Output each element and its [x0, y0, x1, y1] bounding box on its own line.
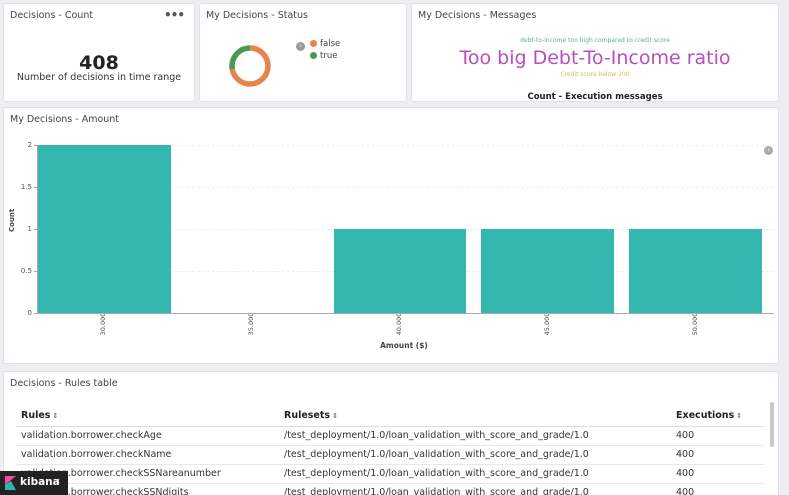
panel-title: Decisions - Count — [10, 10, 94, 21]
decision-count-value: 408 — [79, 52, 119, 74]
amount-panel: My Decisions - Amount ‹ Count Amount ($)… — [3, 107, 779, 364]
sort-icon[interactable]: ⇕ — [332, 412, 338, 420]
rule-cell: validation.borrower.checkName — [16, 445, 279, 465]
app-name: kibana — [20, 476, 60, 488]
x-axis-title: Amount ($) — [380, 341, 428, 350]
column-header-rulesets[interactable]: Rulesets ⇕ — [279, 406, 671, 427]
legend-dot — [310, 40, 317, 47]
x-tick-label: 50,000 — [690, 312, 699, 336]
x-tick-label: 35,000 — [247, 312, 256, 336]
messages-panel: My Decisions - Messages debt-to-income t… — [411, 3, 779, 102]
tag-cloud-word[interactable]: debt-to-income too high compared to cred… — [412, 37, 778, 44]
y-tick-label: 1 — [27, 225, 32, 233]
tag-cloud-title: Count - Execution messages — [527, 92, 663, 102]
executions-cell: 400 — [671, 445, 764, 465]
column-header-rules[interactable]: Rules ⇕ — [16, 406, 279, 427]
decision-count-subtitle: Number of decisions in time range — [16, 72, 182, 83]
table-row[interactable]: validation.borrower.checkSSNareanumber /… — [16, 464, 764, 484]
y-tick-label: 0 — [27, 309, 32, 317]
panel-title: My Decisions - Status — [206, 10, 308, 21]
executions-cell: 400 — [671, 464, 764, 484]
legend-item-false[interactable]: false — [310, 39, 340, 49]
tag-cloud-word[interactable]: Credit score below 200 — [412, 71, 778, 78]
legend-toggle-icon[interactable]: › — [296, 42, 305, 51]
bar[interactable] — [38, 145, 171, 313]
count-panel: Decisions - Count ••• 408 Number of deci… — [3, 3, 195, 102]
ruleset-cell: /test_deployment/1.0/loan_validation_wit… — [279, 464, 671, 484]
y-axis-title: Count — [8, 208, 16, 232]
legend-dot — [310, 52, 317, 59]
rules-table-panel: Decisions - Rules table Rules ⇕ Rulesets ⇕… — [3, 371, 779, 495]
tag-cloud-word[interactable]: Too big Debt-To-Income ratio — [412, 47, 778, 69]
rules-table: Rules ⇕ Rulesets ⇕ Executions ⇕ validation.… — [16, 406, 764, 495]
legend-item-true[interactable]: true — [310, 51, 337, 61]
x-tick-label: 30,000 — [99, 312, 108, 336]
chevron-left-icon: ‹ — [56, 475, 61, 487]
panel-title: Decisions - Rules table — [10, 378, 118, 389]
ruleset-cell: /test_deployment/1.0/loan_validation_wit… — [279, 483, 671, 495]
table-row[interactable]: validation.borrower.checkName /test_depl… — [16, 445, 764, 465]
executions-cell: 400 — [671, 426, 764, 446]
x-tick-label: 40,000 — [395, 312, 403, 336]
panel-title: My Decisions - Messages — [418, 10, 537, 21]
status-panel: My Decisions - Status › false true — [199, 3, 407, 102]
bar[interactable] — [629, 229, 762, 313]
ruleset-cell: /test_deployment/1.0/loan_validation_wit… — [279, 426, 671, 446]
kibana-logo-icon — [5, 476, 16, 490]
legend-toggle-icon[interactable]: ‹ — [764, 146, 773, 155]
table-row[interactable]: validation.borrower.checkSSNdigits /test… — [16, 483, 764, 495]
panel-title: My Decisions - Amount — [10, 114, 120, 125]
table-scrollbar[interactable] — [770, 402, 774, 447]
table-header-row: Rules ⇕ Rulesets ⇕ Executions ⇕ — [16, 406, 764, 427]
table-row[interactable]: validation.borrower.checkAge /test_deplo… — [16, 426, 764, 446]
sort-icon[interactable]: ⇕ — [52, 412, 58, 420]
sort-icon[interactable]: ⇕ — [736, 412, 742, 420]
y-tick-label: 0.5 — [20, 267, 32, 275]
rule-cell: validation.borrower.checkAge — [16, 426, 279, 446]
panel-options-icon[interactable]: ••• — [164, 8, 185, 22]
kibana-nav-toggle[interactable]: kibana ‹ — [0, 471, 68, 495]
x-axis-line — [37, 313, 774, 314]
y-tick-label: 2 — [27, 141, 32, 149]
column-header-executions[interactable]: Executions ⇕ — [671, 406, 764, 427]
ruleset-cell: /test_deployment/1.0/loan_validation_wit… — [279, 445, 671, 465]
executions-cell: 400 — [671, 483, 764, 495]
bar[interactable] — [333, 229, 467, 313]
status-donut-chart — [229, 45, 271, 87]
y-tick-label: 1.5 — [20, 183, 32, 191]
bar[interactable] — [481, 229, 615, 313]
y-axis-line — [37, 145, 38, 313]
x-tick-label: 45,000 — [542, 312, 551, 336]
